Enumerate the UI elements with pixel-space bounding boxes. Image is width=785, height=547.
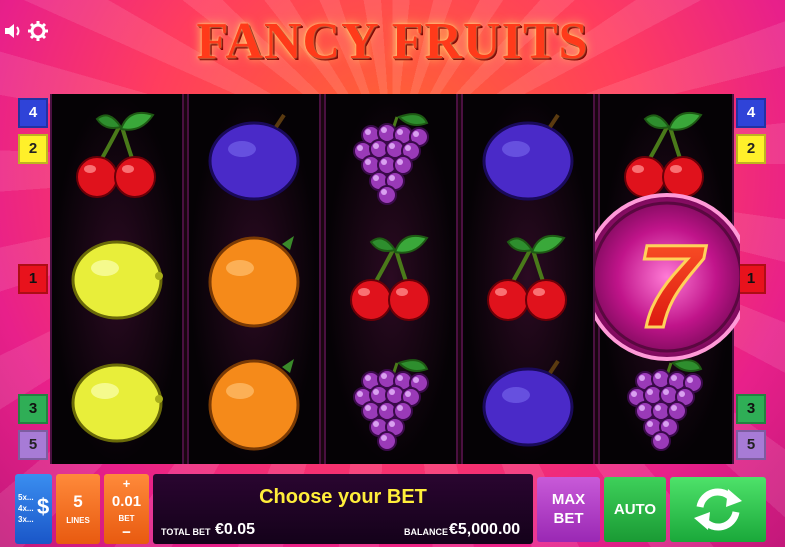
- paytable-line: 3x...: [18, 515, 34, 524]
- payline-badge-left: 5: [18, 430, 48, 460]
- symbol-cell: [463, 340, 593, 463]
- total-bet-label: TOTAL BET: [161, 527, 211, 537]
- cherry-icon: [76, 111, 156, 198]
- payline-badge-right: 1: [736, 264, 766, 294]
- bet-minus-icon[interactable]: −: [104, 524, 149, 541]
- orange-icon: [208, 236, 300, 328]
- reel-3: [324, 94, 458, 464]
- seven-feature-symbol: 7: [583, 180, 751, 375]
- cherry-icon: [487, 234, 567, 321]
- paytable-line: 5x...: [18, 493, 34, 502]
- symbol-cell: [52, 340, 182, 463]
- lemon-icon: [71, 363, 163, 443]
- max-bet-line2: BET: [553, 510, 584, 527]
- payline-badge-left: 4: [18, 98, 48, 128]
- info-panel: Choose your BET TOTAL BET €0.05 BALANCE …: [153, 474, 533, 544]
- payline-badge-right: 2: [736, 134, 766, 164]
- lines-label: LINES: [66, 516, 90, 525]
- lines-button[interactable]: 5 LINES: [56, 474, 100, 544]
- symbol-cell: [52, 217, 182, 340]
- bet-button[interactable]: + 0.01 BET −: [104, 474, 149, 544]
- symbol-cell: [463, 217, 593, 340]
- symbol-cell: [326, 217, 456, 340]
- symbol-cell: [463, 94, 593, 217]
- payline-badge-left: 1: [18, 264, 48, 294]
- status-message: Choose your BET: [259, 486, 427, 508]
- spin-arrows-icon: [694, 488, 742, 531]
- balance-label: BALANCE: [404, 527, 448, 537]
- payline-badge-right: 4: [736, 98, 766, 128]
- control-bar: 5x... 4x... 3x... $ 5 LINES + 0.01 BET −…: [15, 474, 770, 544]
- symbol-cell: [189, 217, 319, 340]
- auto-button[interactable]: AUTO: [604, 477, 666, 542]
- payline-badge-left: 2: [18, 134, 48, 164]
- seven-glyph: 7: [636, 221, 707, 353]
- dollar-icon: $: [37, 494, 50, 519]
- symbol-cell: [52, 94, 182, 217]
- max-bet-line1: MAX: [551, 491, 586, 508]
- grapes-icon: [353, 359, 429, 451]
- symbol-cell: [326, 94, 456, 217]
- plum-icon: [482, 113, 574, 201]
- balance-value: €5,000.00: [449, 521, 521, 538]
- payline-badge-left: 3: [18, 394, 48, 424]
- bet-label: BET: [118, 514, 135, 523]
- cherry-icon: [350, 234, 430, 321]
- symbol-cell: [326, 340, 456, 463]
- payline-badge-right: 3: [736, 394, 766, 424]
- plum-icon: [482, 359, 574, 447]
- lemon-icon: [71, 240, 163, 320]
- max-bet-button[interactable]: MAX BET: [537, 477, 600, 542]
- paytable-line: 4x...: [18, 504, 34, 513]
- symbol-cell: [189, 340, 319, 463]
- total-bet-value: €0.05: [215, 521, 256, 538]
- reel-1: [50, 94, 184, 464]
- reel-4: [461, 94, 595, 464]
- lines-value: 5: [73, 492, 83, 511]
- bet-plus-icon[interactable]: +: [104, 476, 149, 491]
- paytable-button[interactable]: 5x... 4x... 3x... $: [15, 474, 52, 544]
- reel-2: [187, 94, 321, 464]
- game-title: FANCY FRUITS: [196, 13, 589, 70]
- symbol-cell: [189, 94, 319, 217]
- spin-button[interactable]: [670, 477, 766, 542]
- grapes-icon: [353, 113, 429, 205]
- payline-badge-right: 5: [736, 430, 766, 460]
- orange-icon: [208, 359, 300, 451]
- bet-value: 0.01: [111, 493, 142, 510]
- plum-icon: [208, 113, 300, 201]
